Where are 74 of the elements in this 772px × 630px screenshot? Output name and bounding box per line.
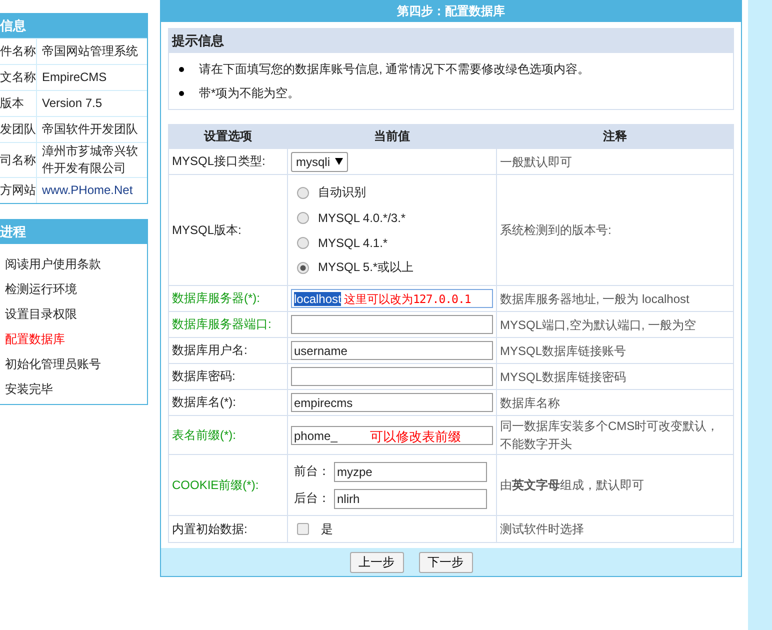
note-text: 数据库名称 — [500, 396, 560, 410]
radio-label: MYSQL 4.0.*/3.* — [318, 210, 406, 224]
option-label: 数据库用户名: — [168, 338, 288, 364]
step-button[interactable]: 上一步 — [350, 552, 404, 572]
step-item: 配置数据库 — [5, 331, 66, 348]
option-label: 表名前缀(*): — [168, 416, 288, 454]
note-text: 数据库服务器地址, 一般为 localhost — [500, 292, 690, 306]
option-label: 数据库名(*): — [168, 390, 288, 416]
step-item: 阅读用户使用条款 — [5, 256, 102, 273]
option-label: 数据库服务器(*): — [168, 286, 288, 312]
radio-label: MYSQL 4.1.* — [318, 236, 388, 250]
bullet-icon — [179, 66, 184, 72]
radio-label: MYSQL 5.*或以上 — [318, 259, 414, 276]
field-label: 前台： — [294, 463, 330, 480]
annotation-text: 这里可以改为127.0.0.1 — [344, 291, 471, 308]
step-item: 检测运行环境 — [5, 281, 78, 298]
radio-button[interactable] — [297, 262, 309, 274]
column-header: 当前值 — [288, 124, 496, 148]
checkbox[interactable] — [297, 523, 309, 535]
note-text: 同一数据库安装多个CMS时可改变默认，不能数字开头 — [500, 419, 719, 451]
radio-button[interactable] — [297, 212, 309, 224]
info-label: 件名称 — [0, 38, 36, 64]
note-text: 系统检测到的版本号: — [500, 223, 612, 237]
info-label: 司名称 — [0, 142, 36, 178]
input-field[interactable] — [291, 315, 493, 334]
input-field[interactable]: username — [291, 341, 493, 360]
input-field[interactable]: nlirh — [334, 488, 487, 508]
radio-button[interactable] — [297, 236, 309, 248]
info-value: 帝国软件开发团队 — [36, 116, 147, 142]
input-field[interactable]: phome_ 可以修改表前缀 — [291, 426, 493, 444]
option-label: MYSQL版本: — [168, 174, 288, 286]
info-value: 漳州市芗城帝兴软件开发有限公司 — [36, 142, 147, 178]
input-field[interactable]: empirecms — [291, 393, 493, 412]
note-text: 一般默认即可 — [500, 154, 572, 168]
radio-label: 自动识别 — [318, 184, 366, 201]
option-label: 内置初始数据: — [168, 516, 288, 542]
hint-text: 请在下面填写您的数据库账号信息, 通常情况下不需要修改绿色选项内容。 — [199, 60, 590, 78]
info-label: 方网站 — [0, 178, 36, 203]
checkbox-label: 是 — [321, 520, 333, 538]
hint-text: 带*项为不能为空。 — [199, 84, 300, 102]
note-text: 由英文字母组成，默认即可 — [500, 478, 644, 492]
field-label: 后台： — [294, 490, 330, 507]
info-label: 版本 — [0, 90, 36, 116]
input-field[interactable]: myzpe — [334, 462, 487, 482]
select-dropdown[interactable]: mysqli — [291, 152, 348, 172]
panel-title: 第四步：配置数据库 — [161, 0, 741, 22]
step-item: 设置目录权限 — [5, 306, 78, 323]
info-label: 发团队 — [0, 116, 36, 142]
step-item: 初始化管理员账号 — [5, 356, 102, 373]
panel-title: 进程 — [0, 220, 147, 244]
column-header: 注释 — [496, 124, 734, 148]
option-label: COOKIE前缀(*): — [168, 454, 288, 516]
info-value: Version 7.5 — [36, 90, 147, 116]
option-label: 数据库密码: — [168, 364, 288, 390]
info-value: EmpireCMS — [36, 64, 147, 90]
note-text: 测试软件时选择 — [500, 522, 584, 536]
note-text: MYSQL数据库链接密码 — [500, 370, 626, 384]
input-field[interactable] — [291, 367, 493, 386]
annotation-text: 可以修改表前缀 — [370, 428, 461, 446]
step-button[interactable]: 下一步 — [418, 552, 472, 572]
info-value: 帝国网站管理系统 — [36, 38, 147, 64]
note-text: MYSQL端口,空为默认端口, 一般为空 — [500, 318, 696, 332]
info-label: 文名称 — [0, 64, 36, 90]
caret-icon — [335, 158, 344, 165]
option-label: MYSQL接口类型: — [168, 148, 288, 174]
website-link[interactable]: www.PHome.Net — [36, 178, 147, 203]
bullet-icon — [179, 90, 184, 96]
step-item: 安装完毕 — [5, 381, 54, 398]
hint-title: 提示信息 — [169, 29, 733, 53]
input-field[interactable]: localhost 这里可以改为127.0.0.1 — [291, 289, 493, 308]
radio-button[interactable] — [297, 186, 309, 198]
note-text: MYSQL数据库链接账号 — [500, 344, 626, 358]
column-header: 设置选项 — [168, 124, 288, 148]
option-label: 数据库服务器端口: — [168, 312, 288, 338]
